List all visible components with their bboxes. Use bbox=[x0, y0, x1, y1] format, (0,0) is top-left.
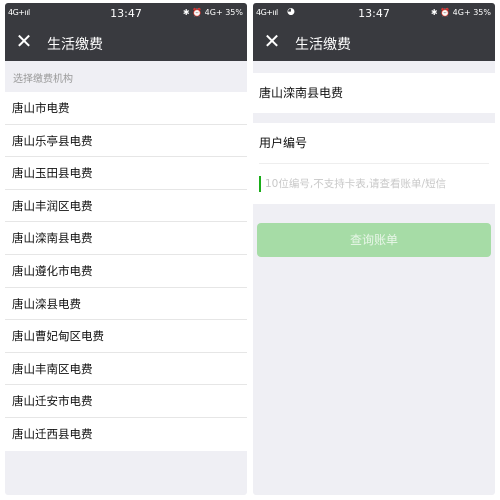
list-item[interactable]: 唐山丰南区电费 bbox=[5, 353, 247, 386]
organization-list: 唐山市电费 唐山乐亭县电费 唐山玉田县电费 唐山丰润区电费 唐山滦南县电费 唐山… bbox=[5, 92, 247, 451]
list-item[interactable]: 唐山滦南县电费 bbox=[5, 222, 247, 255]
left-screen: 4G+ııl 13:47 ✱ ⏰ 4G+ 35% ✕ 生活缴费 选择缴费机构 唐… bbox=[5, 3, 247, 495]
text-caret bbox=[259, 176, 261, 192]
selected-organization: 唐山滦南县电费 bbox=[253, 73, 495, 113]
list-item[interactable]: 唐山滦县电费 bbox=[5, 288, 247, 321]
section-hint: 选择缴费机构 bbox=[13, 74, 73, 85]
list-item[interactable]: 唐山玉田县电费 bbox=[5, 157, 247, 190]
list-item[interactable]: 唐山遵化市电费 bbox=[5, 255, 247, 288]
list-item[interactable]: 唐山乐亭县电费 bbox=[5, 125, 247, 158]
title-bar: ✕ 生活缴费 bbox=[5, 24, 247, 61]
user-number-input[interactable]: 10位编号,不支持卡表,请查看账单/短信 bbox=[259, 163, 489, 204]
user-number-form: 用户编号 10位编号,不支持卡表,请查看账单/短信 bbox=[253, 123, 495, 204]
list-item[interactable]: 唐山市电费 bbox=[5, 92, 247, 125]
status-indicators: ✱ ⏰ 4G+ 35% bbox=[430, 8, 491, 17]
status-bar: 4G+ııl 13:47 ✱ ⏰ 4G+ 35% bbox=[5, 3, 247, 24]
close-icon[interactable]: ✕ bbox=[13, 30, 35, 52]
title-bar: ✕ 生活缴费 bbox=[253, 24, 495, 61]
status-bar: 4G+ııl ◕ 13:47 ✱ ⏰ 4G+ 35% bbox=[253, 3, 495, 24]
query-bill-button[interactable]: 查询账单 bbox=[257, 223, 491, 257]
list-item[interactable]: 唐山曹妃甸区电费 bbox=[5, 320, 247, 353]
page-title: 生活缴费 bbox=[47, 37, 103, 53]
user-number-label: 用户编号 bbox=[259, 136, 308, 150]
close-icon[interactable]: ✕ bbox=[261, 30, 283, 52]
status-indicators: ✱ ⏰ 4G+ 35% bbox=[182, 8, 243, 17]
list-item[interactable]: 唐山迁西县电费 bbox=[5, 418, 247, 451]
user-number-placeholder: 10位编号,不支持卡表,请查看账单/短信 bbox=[265, 178, 447, 190]
list-item[interactable]: 唐山丰润区电费 bbox=[5, 190, 247, 223]
right-screen: 4G+ııl ◕ 13:47 ✱ ⏰ 4G+ 35% ✕ 生活缴费 唐山滦南县电… bbox=[253, 3, 495, 495]
list-item[interactable]: 唐山迁安市电费 bbox=[5, 385, 247, 418]
page-title: 生活缴费 bbox=[295, 37, 351, 53]
